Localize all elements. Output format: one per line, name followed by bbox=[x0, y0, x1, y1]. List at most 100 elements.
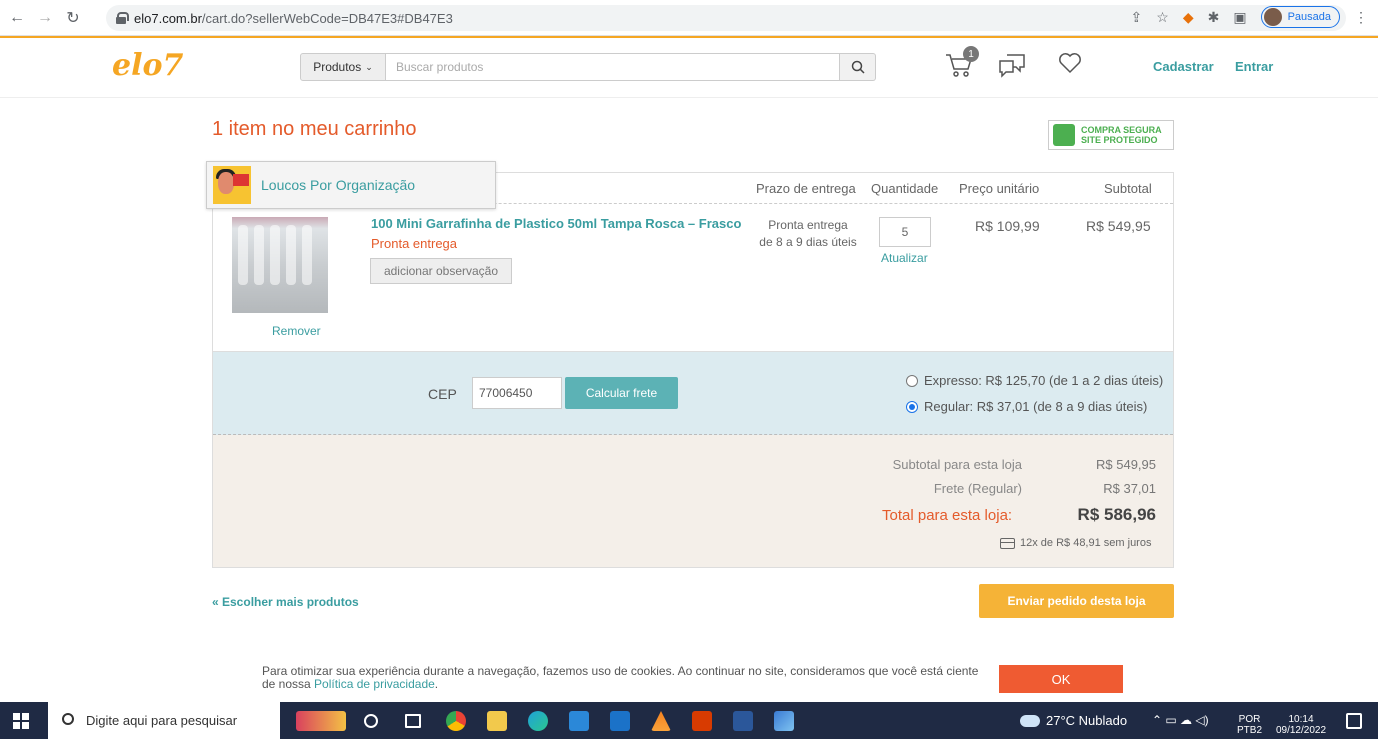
extensions-puzzle-icon[interactable]: ✱ bbox=[1208, 9, 1220, 26]
total-value: R$ 586,96 bbox=[1077, 505, 1156, 524]
product-name-link[interactable]: 100 Mini Garrafinha de Plastico 50ml Tam… bbox=[371, 216, 741, 231]
freight-label: Frete (Regular) bbox=[933, 481, 1022, 496]
store-logo bbox=[213, 166, 251, 204]
radio-regular[interactable] bbox=[906, 400, 918, 413]
update-link[interactable]: Atualizar bbox=[881, 251, 928, 265]
notification-icon[interactable] bbox=[1346, 713, 1362, 729]
shipping-panel bbox=[213, 351, 1173, 435]
side-panel-icon[interactable]: ▣ bbox=[1233, 9, 1246, 26]
browser-toolbar: ← → ↻ elo7.com.br/cart.do?sellerWebCode=… bbox=[0, 0, 1378, 36]
send-order-button[interactable]: Enviar pedido desta loja bbox=[979, 584, 1174, 618]
chrome-icon[interactable] bbox=[446, 711, 466, 731]
taskbar-search-placeholder: Digite aqui para pesquisar bbox=[86, 713, 238, 728]
cookie-notice: Para otimizar sua experiência durante a … bbox=[262, 664, 979, 691]
quantity-input[interactable]: 5 bbox=[879, 217, 931, 247]
installments-info: 12x de R$ 48,91 sem juros bbox=[1000, 537, 1151, 549]
cart-count-badge: 1 bbox=[963, 46, 979, 62]
language-line-2: PTB2 bbox=[1237, 725, 1263, 736]
column-delivery: Prazo de entrega bbox=[756, 181, 856, 196]
unit-price: R$ 109,99 bbox=[975, 218, 1040, 234]
category-label: Produtos bbox=[313, 60, 362, 74]
clock-time: 10:14 bbox=[1288, 714, 1314, 725]
item-subtotal: R$ 549,95 bbox=[1086, 218, 1151, 234]
url-host: elo7.com.br bbox=[134, 10, 202, 26]
search-button[interactable] bbox=[840, 53, 876, 81]
system-tray-icons[interactable]: ⌃ ▭ ☁ ◁) bbox=[1152, 713, 1209, 727]
login-link[interactable]: Entrar bbox=[1235, 59, 1273, 74]
store-tab[interactable]: Loucos Por Organização bbox=[206, 161, 496, 209]
extension-icon[interactable]: ◆ bbox=[1183, 9, 1194, 26]
mail-icon[interactable] bbox=[610, 711, 630, 731]
forward-arrow-icon[interactable]: → bbox=[34, 7, 56, 29]
delivery-line-2: de 8 a 9 dias úteis bbox=[759, 235, 857, 249]
avatar bbox=[1263, 8, 1282, 26]
share-icon[interactable]: ⇪ bbox=[1131, 9, 1143, 26]
shipping-option-regular[interactable]: Regular: R$ 37,01 (de 8 a 9 dias úteis) bbox=[906, 399, 1147, 414]
chevron-down-icon: ⌄ bbox=[365, 61, 373, 72]
reload-icon[interactable]: ↻ bbox=[62, 7, 84, 29]
radio-express[interactable] bbox=[906, 374, 918, 387]
add-note-button[interactable]: adicionar observação bbox=[370, 258, 512, 284]
total-label: Total para esta loja: bbox=[882, 507, 1013, 524]
office-icon[interactable] bbox=[692, 711, 712, 731]
menu-kebab-icon[interactable]: ⋮ bbox=[1354, 9, 1368, 26]
secure-site-badge: COMPRA SEGURA SITE PROTEGIDO bbox=[1048, 120, 1174, 150]
news-widget-icon[interactable] bbox=[296, 711, 346, 731]
back-arrow-icon[interactable]: ← bbox=[6, 7, 28, 29]
delivery-info: Pronta entrega de 8 a 9 dias úteis bbox=[756, 217, 860, 251]
subtotal-label: Subtotal para esta loja bbox=[892, 457, 1022, 472]
language-line-1: POR bbox=[1238, 714, 1261, 725]
store-name[interactable]: Loucos Por Organização bbox=[261, 177, 415, 193]
signup-link[interactable]: Cadastrar bbox=[1153, 59, 1214, 74]
elo7-logo[interactable]: elo7 bbox=[112, 48, 183, 83]
freight-value: R$ 37,01 bbox=[1103, 481, 1156, 496]
word-icon[interactable] bbox=[733, 711, 753, 731]
windows-start-icon[interactable] bbox=[13, 712, 29, 729]
subtotal-value: R$ 549,95 bbox=[1096, 457, 1156, 472]
clock[interactable]: 10:14 09/12/2022 bbox=[1270, 714, 1332, 736]
messages-icon[interactable] bbox=[998, 52, 1026, 78]
search-bar: Produtos ⌄ Buscar produtos bbox=[300, 53, 876, 81]
remove-link[interactable]: Remover bbox=[272, 324, 321, 338]
search-icon bbox=[851, 60, 865, 74]
cep-input[interactable]: 77006450 bbox=[472, 377, 562, 409]
site-header: elo7 Produtos ⌄ Buscar produtos 1 Cadast… bbox=[0, 38, 1378, 98]
cortana-icon[interactable] bbox=[364, 714, 378, 728]
shipping-option-label: Expresso: R$ 125,70 (de 1 a 2 dias úteis… bbox=[924, 373, 1164, 388]
column-quantity: Quantidade bbox=[871, 181, 939, 196]
vlc-icon[interactable] bbox=[651, 711, 671, 731]
file-explorer-icon[interactable] bbox=[487, 711, 507, 731]
category-dropdown[interactable]: Produtos ⌄ bbox=[300, 53, 386, 81]
continue-shopping-link[interactable]: « Escolher mais produtos bbox=[212, 595, 359, 609]
secure-line-1: COMPRA SEGURA bbox=[1081, 125, 1162, 135]
edge-icon[interactable] bbox=[528, 711, 548, 731]
task-view-icon[interactable] bbox=[405, 714, 421, 728]
profile-label: Pausada bbox=[1287, 11, 1331, 23]
credit-card-icon bbox=[1000, 537, 1015, 549]
column-unit-price: Preço unitário bbox=[959, 181, 1040, 196]
search-icon bbox=[62, 713, 74, 725]
profile-button[interactable]: Pausada bbox=[1260, 6, 1340, 28]
store-icon[interactable] bbox=[569, 711, 589, 731]
product-image[interactable] bbox=[232, 217, 328, 313]
taskbar-search-input[interactable]: Digite aqui para pesquisar bbox=[48, 702, 280, 739]
url-path: /cart.do?sellerWebCode=DB47E3#DB47E3 bbox=[201, 10, 453, 26]
delivery-line-1: Pronta entrega bbox=[768, 218, 848, 232]
photos-icon[interactable] bbox=[774, 711, 794, 731]
product-status: Pronta entrega bbox=[371, 236, 458, 251]
shipping-option-express[interactable]: Expresso: R$ 125,70 (de 1 a 2 dias úteis… bbox=[906, 373, 1163, 388]
language-indicator[interactable]: POR PTB2 bbox=[1237, 714, 1262, 736]
page-title: 1 item no meu carrinho bbox=[212, 118, 417, 140]
weather-text[interactable]: 27°C Nublado bbox=[1046, 713, 1127, 728]
cep-label: CEP bbox=[428, 386, 457, 402]
lock-shield-icon bbox=[1053, 124, 1075, 146]
search-input[interactable]: Buscar produtos bbox=[386, 53, 840, 81]
shipping-option-label: Regular: R$ 37,01 (de 8 a 9 dias úteis) bbox=[924, 399, 1148, 414]
clock-date: 09/12/2022 bbox=[1275, 725, 1327, 736]
bookmark-star-icon[interactable]: ☆ bbox=[1156, 9, 1169, 26]
cookie-ok-button[interactable]: OK bbox=[999, 665, 1123, 693]
windows-taskbar: Digite aqui para pesquisar 27°C Nublado … bbox=[0, 702, 1378, 739]
calculate-shipping-button[interactable]: Calcular frete bbox=[565, 377, 678, 409]
heart-icon[interactable] bbox=[1058, 52, 1082, 74]
privacy-policy-link[interactable]: Política de privacidade bbox=[314, 677, 435, 691]
